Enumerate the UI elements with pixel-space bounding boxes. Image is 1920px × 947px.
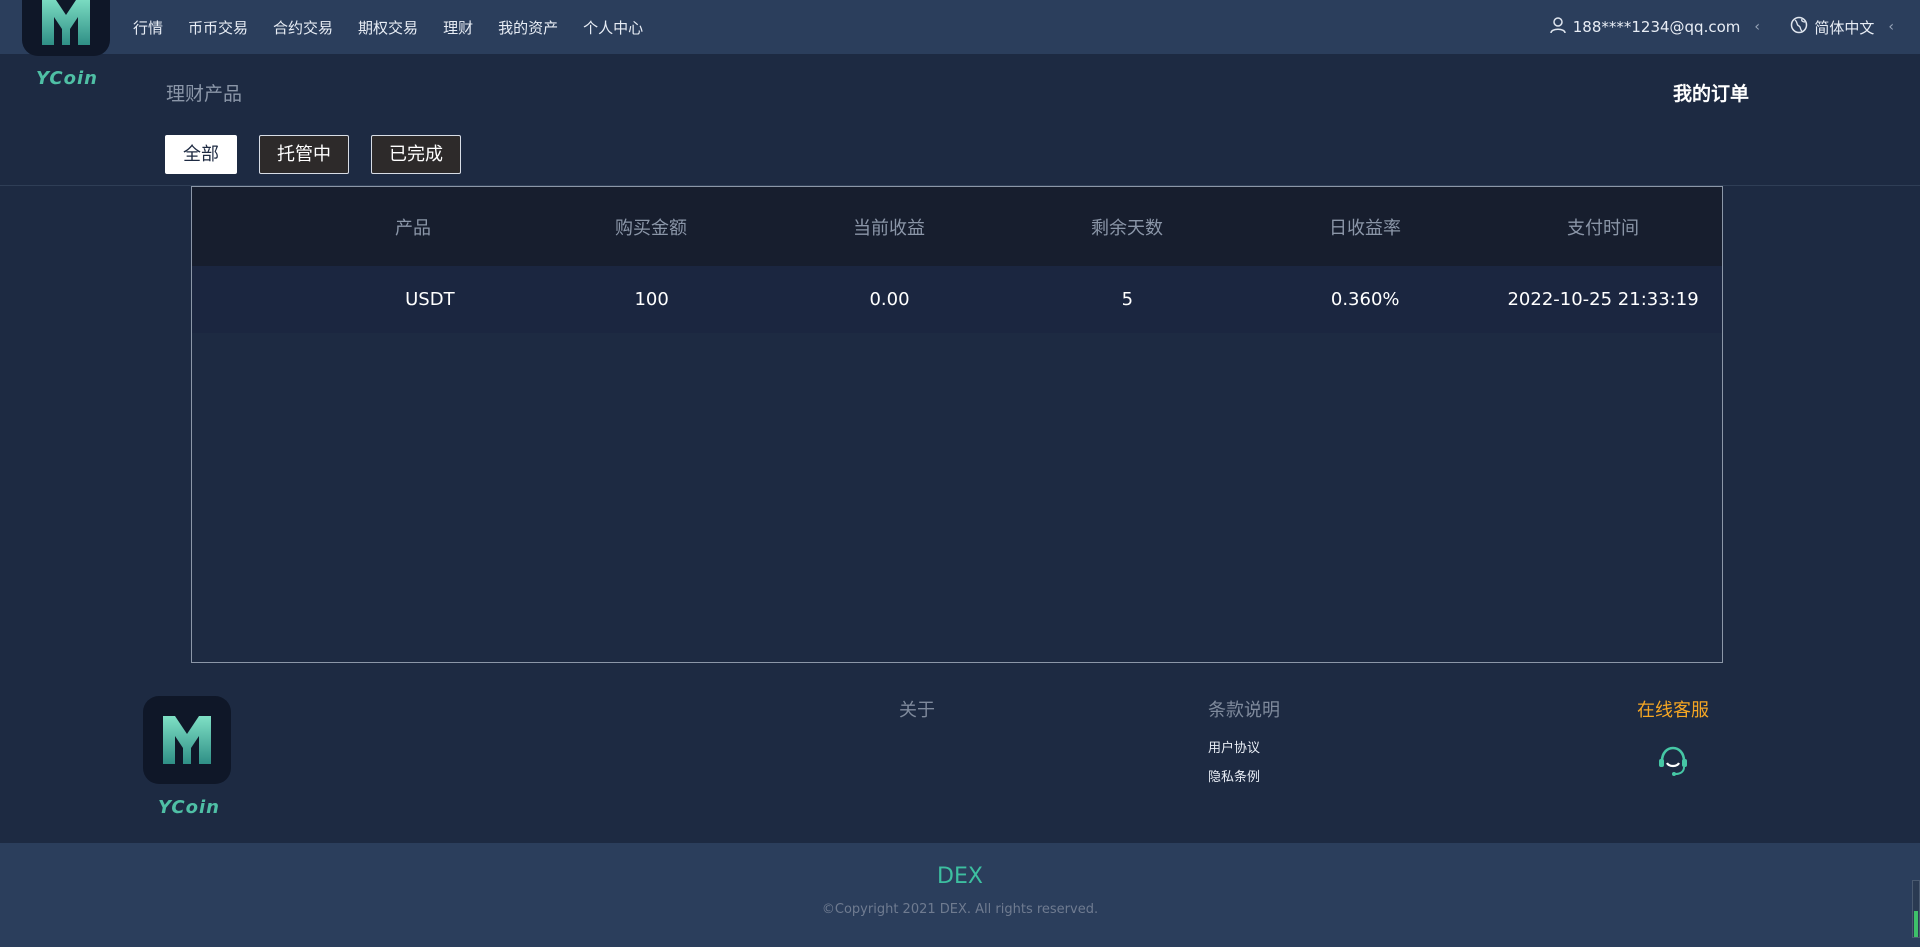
cell-pay-time: 2022-10-25 21:33:19 <box>1507 289 1699 310</box>
footer-about-title: 关于 <box>899 700 935 721</box>
footer-brand: DEX <box>937 864 983 889</box>
cell-daily-rate: 0.360% <box>1330 289 1400 310</box>
nav-item-options-trade[interactable]: 期权交易 <box>358 17 418 38</box>
column-header-remaining-days: 剩余天数 <box>1091 217 1163 239</box>
user-icon <box>1549 16 1567 38</box>
footer-link-user-agreement[interactable]: 用户协议 <box>1208 737 1260 756</box>
top-navbar: YCoin 行情 币币交易 合约交易 期权交易 理财 我的资产 个人中心 188… <box>0 0 1920 89</box>
user-menu[interactable]: 188****1234@qq.com ‹ <box>1549 0 1760 54</box>
cell-remaining-days: 5 <box>1121 289 1134 310</box>
filter-in-custody-button[interactable]: 托管中 <box>259 135 349 174</box>
cell-current-profit: 0.00 <box>869 289 910 310</box>
order-filter-tabs: 全部 托管中 已完成 <box>165 135 461 174</box>
globe-icon <box>1790 16 1808 38</box>
column-header-current-profit: 当前收益 <box>853 217 925 239</box>
logo-wordmark: YCoin <box>36 68 98 89</box>
nav-item-finance[interactable]: 理财 <box>443 17 473 38</box>
nav-item-contract-trade[interactable]: 合约交易 <box>273 17 333 38</box>
footer-logo-icon <box>143 696 231 784</box>
column-header-pay-time: 支付时间 <box>1567 217 1639 239</box>
language-label: 简体中文 <box>1814 18 1875 37</box>
column-header-amount: 购买金额 <box>615 217 687 239</box>
chevron-left-icon: ‹ <box>1888 19 1894 35</box>
footer-logo-wordmark: YCoin <box>158 797 220 818</box>
table-row[interactable]: USDT 100 0.00 5 0.360% 2022-10-25 21:33:… <box>192 266 1722 333</box>
footer-terms-title: 条款说明 <box>1208 700 1280 721</box>
page-title: 我的订单 <box>1672 83 1749 105</box>
bottom-bar <box>0 843 1920 947</box>
copyright-text: ©Copyright 2021 DEX. All rights reserved… <box>821 902 1099 917</box>
headset-icon[interactable] <box>1656 744 1690 778</box>
language-selector[interactable]: 简体中文 ‹ <box>1790 0 1894 54</box>
logo-icon[interactable] <box>22 0 110 56</box>
footer-link-privacy[interactable]: 隐私条例 <box>1208 766 1260 785</box>
scroll-indicator[interactable] <box>1912 880 1920 938</box>
column-header-product: 产品 <box>395 217 431 239</box>
nav-item-spot-trade[interactable]: 币币交易 <box>188 17 248 38</box>
cell-amount: 100 <box>634 289 669 310</box>
nav-item-profile[interactable]: 个人中心 <box>583 17 643 38</box>
page-subtitle: 理财产品 <box>166 83 243 105</box>
filter-all-button[interactable]: 全部 <box>165 135 237 174</box>
nav-item-market[interactable]: 行情 <box>133 17 163 38</box>
orders-table: 产品 购买金额 当前收益 剩余天数 日收益率 支付时间 USDT 100 0.0… <box>191 186 1723 663</box>
cell-product: USDT <box>405 289 455 310</box>
chevron-left-icon: ‹ <box>1754 19 1760 35</box>
column-header-daily-rate: 日收益率 <box>1329 217 1401 239</box>
online-support-title[interactable]: 在线客服 <box>1637 696 1709 722</box>
user-account: 188****1234@qq.com <box>1572 18 1741 36</box>
main-nav: 行情 币币交易 合约交易 期权交易 理财 我的资产 个人中心 <box>133 0 668 54</box>
filter-completed-button[interactable]: 已完成 <box>371 135 461 174</box>
table-header: 产品 购买金额 当前收益 剩余天数 日收益率 支付时间 <box>192 187 1722 266</box>
nav-item-my-assets[interactable]: 我的资产 <box>498 17 558 38</box>
